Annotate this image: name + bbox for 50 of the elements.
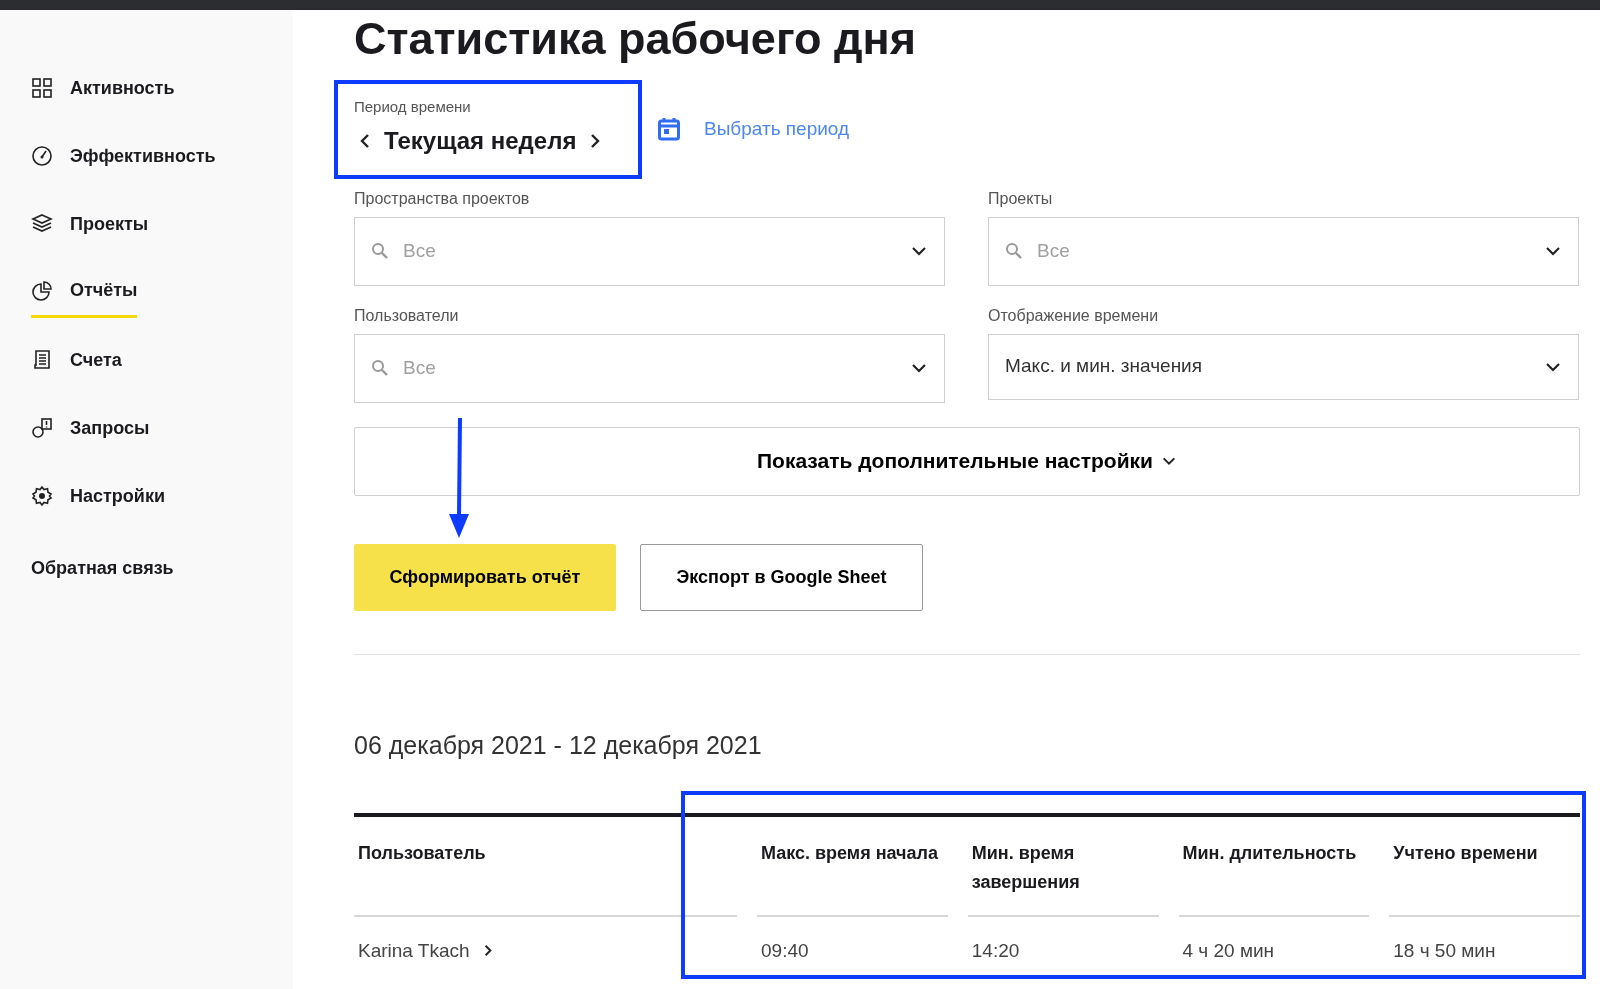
search-input[interactable]: Все [401,235,898,267]
page-title: Статистика рабочего дня [354,14,918,64]
sidebar-item[interactable]: Проекты [31,190,293,258]
request-icon [31,417,53,439]
chevron-right-icon [590,133,601,150]
table-cell-text: 14:20 [971,938,1020,963]
user-name[interactable]: Karina Tkach [358,936,470,965]
table-cell-text: 4 ч 20 мин [1182,938,1275,963]
search-dropdown[interactable]: Все [354,333,945,403]
sidebar-item[interactable]: Эффективность [31,122,293,190]
grid-icon [31,77,53,99]
search-icon [371,359,389,377]
period-label: Период времени [354,97,472,117]
search-dropdown[interactable]: Все [354,216,945,286]
sidebar-item[interactable]: Обратная связь [31,534,293,602]
receipt-icon [31,349,53,371]
pie-chart-icon [31,279,53,302]
export-button[interactable]: Экспорт в Google Sheet [640,543,923,611]
calendar-icon [658,117,680,142]
table-cell-text: 09:40 [761,938,809,963]
chevron-right-icon [483,944,492,958]
search-dropdown[interactable]: Все [988,216,1579,286]
sidebar-item[interactable]: Запросы [31,394,293,462]
gear-icon [31,485,53,507]
search-input[interactable]: Все [401,352,898,384]
search-icon [1005,242,1023,260]
date-range: 06 декабря 2021 - 12 декабря 2021 [354,729,763,760]
show-more-settings-button[interactable]: Показать дополнительные настройки [354,426,1580,496]
sidebar-item[interactable]: Настройки [31,462,293,530]
column-header: Мин. длительность [1178,816,1370,916]
table-cell-text: 18 ч 50 мин [1393,938,1496,963]
layers-icon [31,213,53,235]
chevron-left-icon [360,133,370,150]
field-label: Пользователи [354,305,460,326]
sidebar-item[interactable]: Активность [31,54,293,122]
gauge-icon [31,145,53,167]
sidebar-item[interactable]: Счета [31,326,293,394]
select-dropdown[interactable]: Макс. и мин. значения [988,333,1579,400]
field-label: Проекты [988,188,1054,209]
generate-report-button[interactable]: Сформировать отчёт [354,543,616,611]
column-header: Пользователь [354,816,737,916]
sidebar-item[interactable]: Отчёты [31,266,138,318]
field-label: Отображение времени [988,305,1160,326]
search-input[interactable]: Все [1035,235,1532,267]
search-icon [371,242,389,260]
field-label: Пространства проектов [354,188,531,209]
column-header: Макс. время начала [757,816,948,916]
period-value: Текущая неделя [384,125,577,156]
column-header: Мин. время завершения [967,816,1159,916]
column-header: Учтено времени [1389,816,1580,916]
